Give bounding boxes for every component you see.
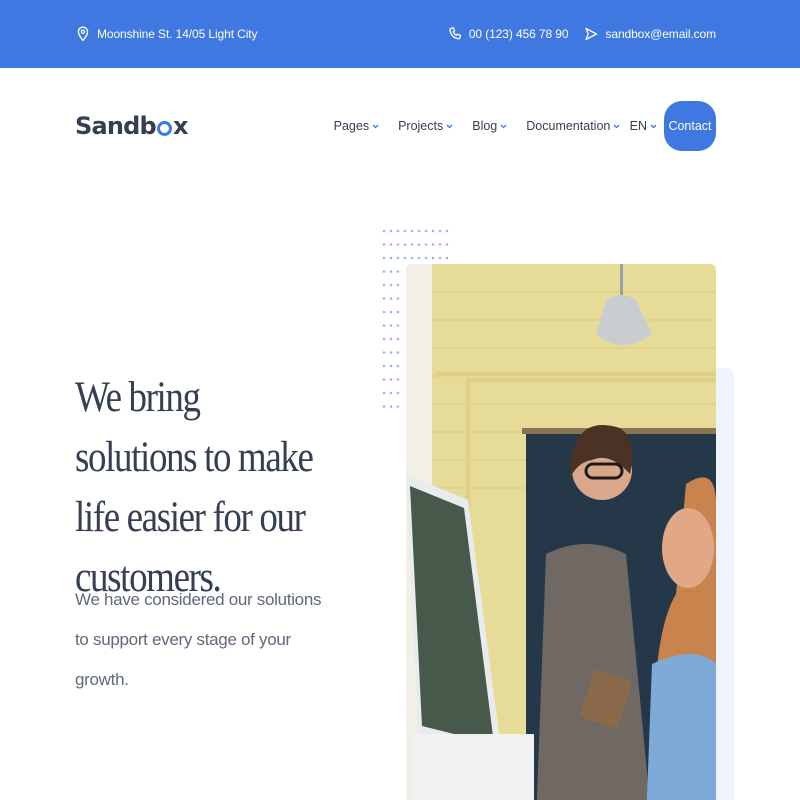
decoration-dot — [396, 270, 400, 273]
map-pin-icon — [76, 26, 90, 42]
decoration-dot — [396, 229, 400, 233]
decoration-dot — [417, 229, 421, 233]
decoration-dot — [389, 324, 393, 327]
hero-subtitle: We have considered our solutions to supp… — [75, 590, 322, 689]
main-navbar: Sandb x Pages Projects Blog Documentation… — [0, 68, 800, 184]
decoration-dot — [389, 405, 393, 408]
decoration-dot — [403, 256, 407, 260]
nav-item-documentation[interactable]: Documentation — [526, 119, 620, 133]
chevron-down-icon — [372, 124, 379, 129]
decoration-dot — [389, 391, 393, 395]
decoration-dot — [396, 283, 400, 287]
decoration-dot — [403, 229, 407, 233]
logo-o-ring — [156, 120, 172, 136]
hero-title: We bring solutions to make life easier f… — [75, 374, 314, 601]
decoration-dot — [389, 337, 393, 341]
phone-item[interactable]: 00 (123) 456 78 90 — [448, 26, 569, 42]
decoration-dot — [445, 243, 449, 246]
decoration-dot — [396, 405, 400, 408]
decoration-dot — [389, 351, 393, 354]
decoration-dot — [410, 229, 414, 233]
language-selector[interactable]: EN — [630, 119, 657, 133]
email-text[interactable]: sandbox@email.com — [605, 27, 716, 41]
decoration-dot — [424, 256, 428, 260]
language-label: EN — [629, 119, 647, 133]
nav-item-pages[interactable]: Pages — [334, 119, 379, 133]
hero-image — [406, 264, 716, 800]
decoration-dot — [382, 351, 386, 354]
nav-label-blog: Blog — [472, 119, 498, 133]
decoration-dot — [382, 324, 386, 327]
decoration-dot — [403, 243, 407, 246]
decoration-dot — [431, 256, 435, 260]
decoration-dot — [417, 256, 421, 260]
decoration-dot — [424, 243, 428, 246]
decoration-dot — [396, 364, 400, 368]
decoration-dot — [382, 270, 386, 273]
chevron-down-icon — [500, 124, 507, 129]
nav-label-documentation: Documentation — [526, 119, 611, 133]
decoration-dot — [396, 351, 400, 354]
decoration-dot — [382, 297, 386, 300]
decoration-dot — [389, 283, 393, 287]
address-item: Moonshine St. 14/05 Light City — [76, 26, 258, 42]
logo-text-start: Sandb — [75, 112, 157, 140]
decoration-dot — [396, 256, 400, 260]
logo-text-end: x — [172, 112, 188, 140]
brand-logo[interactable]: Sandb x — [75, 112, 188, 140]
decoration-dot — [410, 243, 414, 246]
decoration-dot — [438, 229, 442, 233]
top-info-bar: Moonshine St. 14/05 Light City 00 (123) … — [0, 0, 800, 68]
decoration-dot — [445, 229, 449, 233]
decoration-dot — [417, 243, 421, 246]
decoration-dot — [438, 243, 442, 246]
decoration-dot — [382, 243, 386, 246]
nav-item-blog[interactable]: Blog — [472, 119, 507, 133]
decoration-dot — [396, 378, 400, 381]
decoration-dot — [396, 337, 400, 341]
decoration-dot — [389, 364, 393, 368]
nav-item-projects[interactable]: Projects — [398, 119, 453, 133]
address-text: Moonshine St. 14/05 Light City — [97, 27, 258, 41]
chevron-down-icon — [613, 124, 620, 129]
decoration-dot — [389, 378, 393, 381]
decoration-dot — [382, 283, 386, 287]
decoration-dot — [389, 229, 393, 233]
send-icon — [584, 26, 598, 42]
decoration-dot — [396, 297, 400, 300]
nav-label-projects: Projects — [398, 119, 444, 133]
decoration-dot — [389, 270, 393, 273]
decoration-dot — [382, 378, 386, 381]
decoration-dot — [389, 243, 393, 246]
decoration-dot — [410, 256, 414, 260]
decoration-dot — [389, 297, 393, 300]
contact-button[interactable]: Contact — [664, 101, 716, 151]
decoration-dot — [389, 256, 393, 260]
decoration-dot — [438, 256, 442, 260]
decoration-dot — [382, 391, 386, 395]
decoration-dot — [382, 256, 386, 260]
decoration-dot — [382, 364, 386, 368]
nav-label-pages: Pages — [333, 119, 370, 133]
nav-links: Pages Projects Blog Documentation — [334, 119, 621, 133]
decoration-dot — [382, 337, 386, 341]
chevron-down-icon — [650, 124, 657, 129]
decoration-dot — [445, 256, 449, 260]
decoration-dot — [431, 243, 435, 246]
decoration-dot — [396, 243, 400, 246]
decoration-dot — [396, 310, 400, 314]
phone-icon — [448, 26, 462, 42]
decoration-dot — [396, 324, 400, 327]
phone-text[interactable]: 00 (123) 456 78 90 — [469, 27, 569, 41]
decoration-dot — [382, 405, 386, 408]
email-item[interactable]: sandbox@email.com — [584, 26, 716, 42]
decoration-dot — [424, 229, 428, 233]
decoration-dot — [389, 310, 393, 314]
chevron-down-icon — [446, 124, 453, 129]
decoration-dot — [382, 310, 386, 314]
decoration-dot — [431, 229, 435, 233]
decoration-dot — [382, 229, 386, 233]
decoration-dot — [396, 391, 400, 395]
